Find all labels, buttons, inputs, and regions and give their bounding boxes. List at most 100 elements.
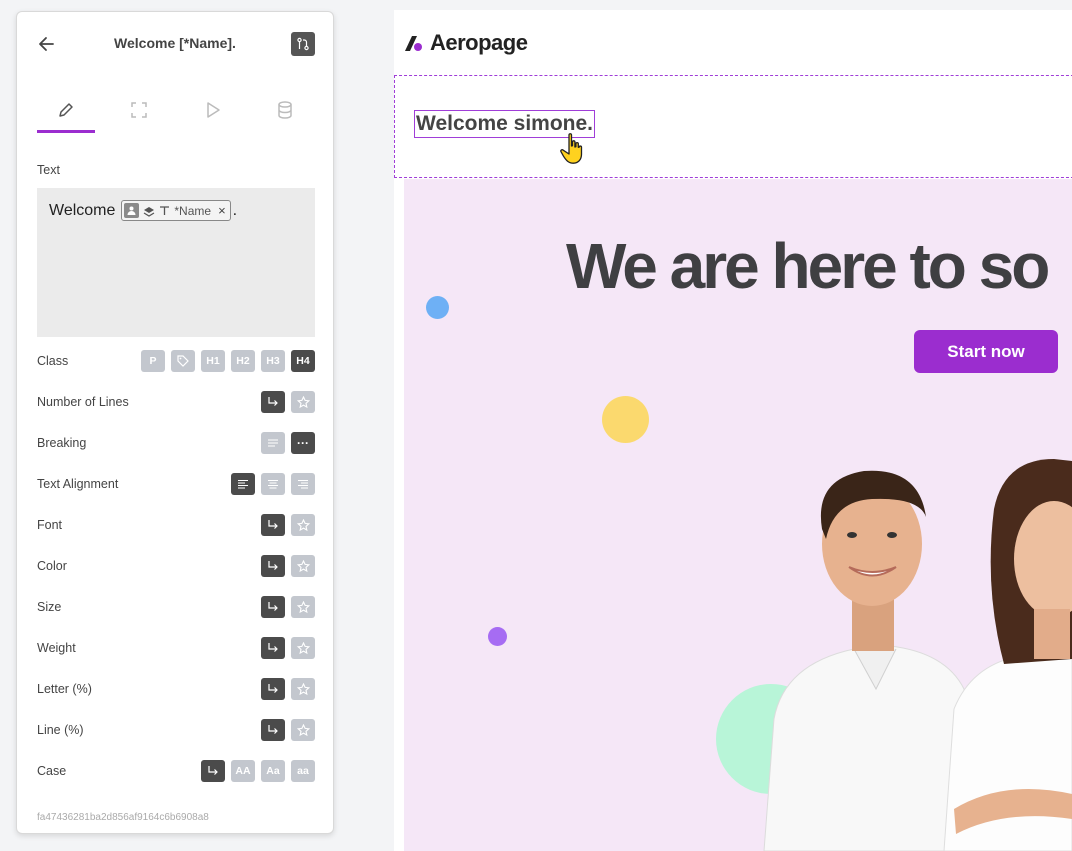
corner-arrow-icon [268,520,278,529]
ellipsis-icon: ··· [297,436,309,450]
inherit-button[interactable] [261,637,285,659]
align-left-button[interactable] [231,473,255,495]
row-breaking-label: Breaking [37,436,87,450]
layers-icon [144,206,155,217]
row-color: Color [37,554,315,578]
inherit-button[interactable] [261,596,285,618]
favorite-button[interactable] [291,596,315,618]
favorite-button[interactable] [291,555,315,577]
corner-arrow-icon [268,643,278,652]
inherit-button[interactable] [261,555,285,577]
row-font-label: Font [37,518,63,532]
row-alignment-label: Text Alignment [37,477,119,491]
editor-suffix: . [232,201,238,219]
favorite-button[interactable] [291,391,315,413]
star-icon [296,723,310,736]
inherit-button[interactable] [201,760,225,782]
align-center-icon [268,479,278,489]
site-logo[interactable]: Aeropage [404,30,528,56]
properties-panel: Welcome [*Name]. Text Welcome *Name × . … [16,11,334,834]
hero-title: We are here to so [566,230,1050,302]
logo-text: Aeropage [430,30,528,55]
decor-dot-yellow [602,396,649,443]
inherit-button[interactable] [261,514,285,536]
row-weight: Weight [37,636,315,660]
back-arrow-icon[interactable] [37,34,57,54]
ellipsis-button[interactable]: ··· [291,432,315,454]
corner-arrow-icon [268,684,278,693]
row-case-label: Case [37,764,67,778]
corner-arrow-icon [268,602,278,611]
row-text-alignment: Text Alignment [37,472,315,496]
chip-close-icon[interactable]: × [218,203,226,218]
class-h3-button[interactable]: H3 [261,350,285,372]
git-compare-button[interactable] [291,32,315,56]
row-weight-label: Weight [37,641,76,655]
editor-content: Welcome *Name × . [49,200,237,221]
class-h1-button[interactable]: H1 [201,350,225,372]
class-h4-button[interactable]: H4 [291,350,315,372]
star-icon [296,641,310,654]
text-type-icon [160,206,170,215]
panel-title: Welcome [*Name]. [114,35,236,51]
align-center-button[interactable] [261,473,285,495]
start-now-button[interactable]: Start now [914,330,1058,373]
inherit-button[interactable] [261,391,285,413]
align-right-icon [298,479,308,489]
row-class: Class P H1 H2 H3 H4 [37,349,315,373]
class-tag-button[interactable] [171,350,195,372]
case-lower-button[interactable]: aa [291,760,315,782]
variable-chip[interactable]: *Name × [121,200,231,221]
star-icon [296,682,310,695]
element-id: fa47436281ba2d856af9164c6b6908a8 [37,812,209,823]
tab-data[interactable] [256,96,314,132]
star-icon [296,395,310,408]
row-class-label: Class [37,354,69,368]
inherit-button[interactable] [261,719,285,741]
hand-cursor-icon [560,133,583,164]
wrap-button[interactable] [261,432,285,454]
case-upper-button[interactable]: AA [231,760,255,782]
pencil-icon [59,103,73,117]
row-line-label: Line (%) [37,723,84,737]
row-color-label: Color [37,559,67,573]
class-p-button[interactable]: P [141,350,165,372]
row-letter: Letter (%) [37,677,315,701]
row-lines-label: Number of Lines [37,395,129,409]
tab-edit[interactable] [37,96,95,133]
align-left-icon [238,479,248,489]
database-icon [278,101,292,119]
row-number-of-lines: Number of Lines [37,390,315,414]
aeropage-logo-icon [405,36,422,51]
row-letter-label: Letter (%) [37,682,92,696]
corner-arrow-icon [268,725,278,734]
align-right-button[interactable] [291,473,315,495]
case-title-button[interactable]: Aa [261,760,285,782]
favorite-button[interactable] [291,719,315,741]
git-compare-icon [297,37,309,51]
row-font: Font [37,513,315,537]
favorite-button[interactable] [291,514,315,536]
editor-prefix: Welcome [49,201,116,219]
tab-actions[interactable] [183,96,241,132]
text-label: Text [37,163,60,177]
hero-section: We are here to so Start now [404,179,1072,851]
page-preview: Aeropage Welcome simone. We are here to … [394,10,1072,851]
favorite-button[interactable] [291,637,315,659]
row-size-label: Size [37,600,62,614]
class-h2-button[interactable]: H2 [231,350,255,372]
favorite-button[interactable] [291,678,315,700]
tag-icon [177,355,189,367]
hero-people-image [763,459,1072,851]
decor-dot-blue [426,296,449,319]
tab-layout[interactable] [110,96,168,132]
expand-icon [131,102,147,118]
play-icon [207,102,220,118]
star-icon [296,559,310,572]
inherit-button[interactable] [261,678,285,700]
text-editor[interactable]: Welcome *Name × . [37,188,315,337]
decor-dot-purple [488,627,507,646]
corner-arrow-icon [268,561,278,570]
panel-tabs [37,96,315,134]
corner-arrow-icon [208,766,218,775]
